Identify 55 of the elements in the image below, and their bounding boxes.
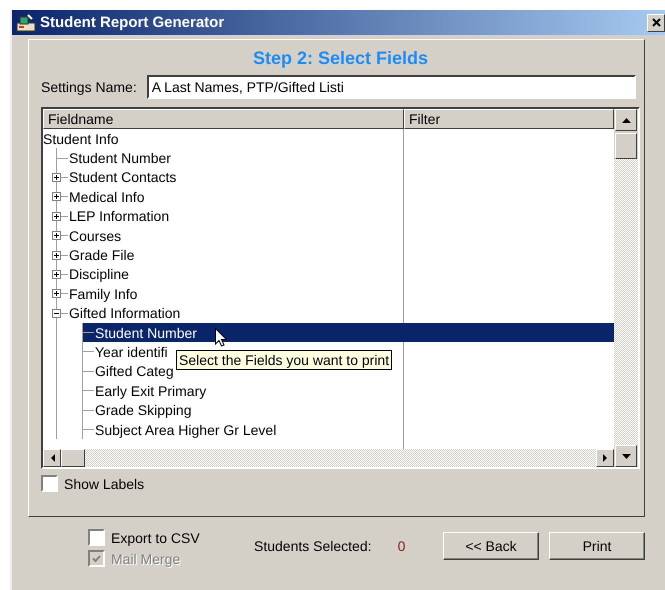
back-button[interactable]: << Back	[443, 532, 539, 560]
tree-item[interactable]: Student Number	[83, 322, 614, 342]
tree-item[interactable]: Grade Skipping	[77, 400, 614, 420]
tree-item[interactable]: Student Number	[51, 148, 614, 168]
tree-item[interactable]: Student Contacts	[51, 168, 614, 188]
expand-icon[interactable]	[52, 231, 61, 240]
up-arrow-icon	[622, 118, 630, 122]
tooltip: Select the Fields you want to print	[176, 350, 392, 370]
tree-item[interactable]: Gifted Information	[51, 304, 614, 323]
left-arrow-icon	[50, 454, 54, 462]
students-selected-label: Students Selected:	[254, 538, 372, 554]
tree-item[interactable]: Courses	[51, 226, 614, 246]
scroll-up-button[interactable]	[615, 109, 637, 131]
tree-item[interactable]: Medical Info	[51, 187, 614, 207]
column-header[interactable]: Filter	[404, 109, 614, 129]
down-arrow-icon	[622, 454, 630, 458]
expand-icon[interactable]	[52, 192, 61, 202]
checkbox-label: Export to CSV	[111, 530, 200, 546]
tree-item[interactable]: Discipline	[51, 264, 614, 284]
horizontal-scrollbar[interactable]	[43, 449, 614, 467]
settings-name-label: Settings Name:	[41, 79, 137, 95]
settings-name-field[interactable]: A Last Names, PTP/Gifted Listi	[146, 75, 636, 99]
step-heading: Step 2: Select Fields	[252, 48, 430, 70]
close-button[interactable]	[647, 14, 665, 32]
scroll-right-button[interactable]	[596, 449, 614, 467]
checkbox-label: Show Labels	[64, 476, 144, 492]
expand-icon[interactable]	[52, 270, 61, 279]
vertical-scrollbar[interactable]	[614, 109, 638, 467]
print-button[interactable]: Print	[549, 532, 645, 560]
scroll-thumb[interactable]	[615, 133, 637, 159]
tree-item[interactable]: Grade File	[51, 245, 614, 265]
tree-item[interactable]: Student Info	[43, 129, 614, 148]
expand-icon[interactable]	[52, 172, 61, 182]
column-header[interactable]: Fieldname	[43, 109, 404, 129]
scroll-down-button[interactable]	[615, 445, 637, 467]
app-icon	[16, 14, 36, 32]
export-csv-checkbox[interactable]	[88, 529, 105, 546]
expand-icon[interactable]	[52, 250, 61, 260]
scroll-left-button[interactable]	[43, 449, 61, 467]
pointer-cursor-icon	[215, 328, 227, 347]
show-labels-checkbox[interactable]	[41, 475, 58, 492]
right-arrow-icon	[602, 454, 608, 462]
collapse-icon[interactable]	[52, 308, 61, 318]
scroll-thumb[interactable]	[61, 449, 85, 467]
students-selected-count: 0	[396, 538, 406, 554]
expand-icon[interactable]	[52, 289, 61, 298]
expand-icon[interactable]	[52, 212, 61, 221]
tree-item[interactable]: Family Info	[51, 284, 614, 304]
tree-item[interactable]: Early Exit Primary	[77, 381, 614, 400]
window-title: Student Report Generator	[40, 14, 226, 31]
tree-item[interactable]: Subject Area Higher Gr Level	[77, 420, 614, 440]
check-icon	[92, 554, 101, 562]
checkbox-label: Mail Merge	[111, 550, 180, 566]
tree-item[interactable]: LEP Information	[51, 206, 614, 226]
close-icon	[652, 18, 660, 27]
